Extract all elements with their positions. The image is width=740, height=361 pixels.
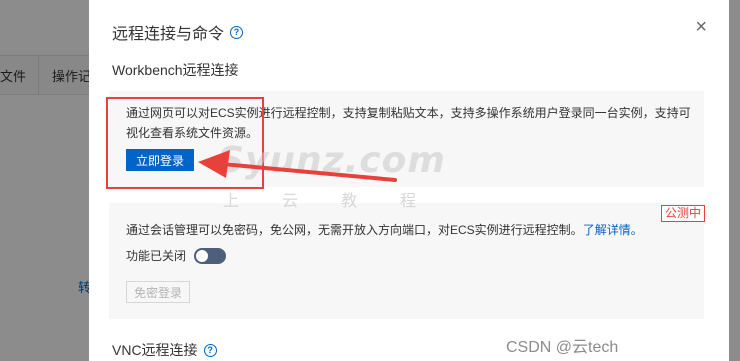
watermark-logo: Syunz.com (218, 140, 446, 181)
passwordless-login-button: 免密登录 (126, 281, 190, 303)
help-icon[interactable]: ? (230, 25, 244, 39)
workbench-section-label: Workbench远程连接 (112, 62, 239, 78)
dialog-title-text: 远程连接与命令 (112, 26, 225, 43)
dialog-title: 远程连接与命令 ? (112, 20, 244, 44)
csdn-watermark: CSDN @云tech (506, 339, 619, 356)
vnc-section-label: VNC远程连接 ? (112, 340, 217, 360)
vnc-help-icon[interactable]: ? (203, 343, 217, 357)
toggle-label: 功能已关闭 (126, 249, 187, 263)
learn-more-link[interactable]: 了解详情。 (583, 223, 643, 237)
toggle-knob (196, 249, 209, 262)
feature-toggle[interactable] (194, 247, 227, 264)
vnc-label-text: VNC远程连接 (112, 342, 198, 358)
feature-toggle-row: 功能已关闭 (126, 247, 227, 264)
session-description: 通过会话管理可以免密码，免公网，无需开放入方向端口，对ECS实例进行远程控制。了… (126, 220, 643, 240)
session-description-text: 通过会话管理可以免密码，免公网，无需开放入方向端口，对ECS实例进行远程控制。 (126, 223, 583, 237)
beta-badge: 公测中 (660, 205, 705, 222)
session-manager-card: 公测中 通过会话管理可以免密码，免公网，无需开放入方向端口，对ECS实例进行远程… (109, 203, 705, 319)
close-icon[interactable]: × (695, 17, 707, 37)
watermark-subtitle: 上云教程 (223, 193, 460, 210)
